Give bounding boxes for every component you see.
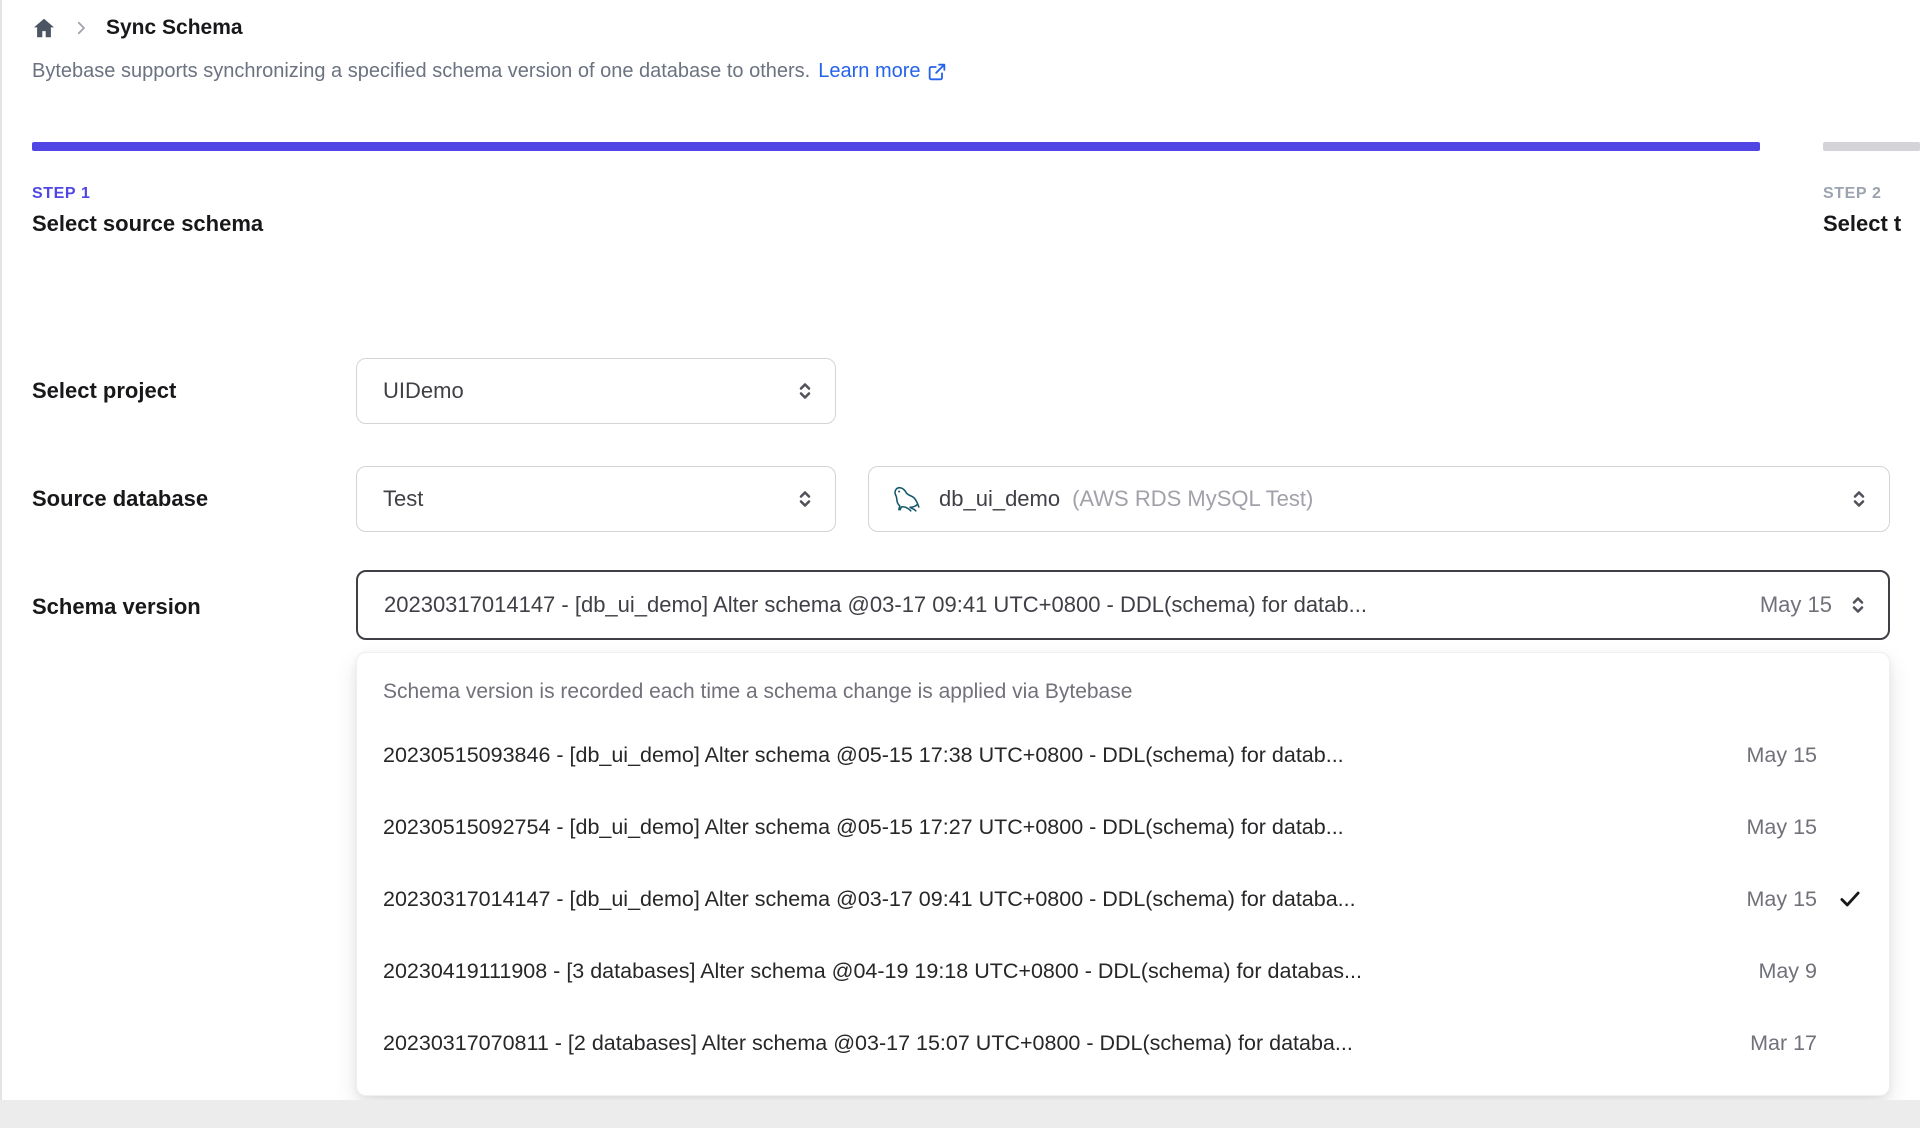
home-icon[interactable] bbox=[32, 16, 56, 40]
step1-label: STEP 1 bbox=[32, 185, 91, 202]
schema-version-option-selected[interactable]: 20230317014147 - [db_ui_demo] Alter sche… bbox=[357, 863, 1889, 935]
step2-label: STEP 2 bbox=[1823, 185, 1882, 202]
chevron-up-down-icon bbox=[1847, 487, 1871, 511]
database-select-note: (AWS RDS MySQL Test) bbox=[1072, 486, 1314, 511]
page-title: Sync Schema bbox=[106, 16, 243, 39]
option-date: Mar 17 bbox=[1750, 1030, 1817, 1055]
mysql-icon bbox=[889, 481, 925, 517]
option-text: 20230317014147 - [db_ui_demo] Alter sche… bbox=[383, 886, 1356, 911]
page-bottom-background bbox=[0, 1100, 1920, 1128]
schema-version-option[interactable]: 20230419111908 - [3 databases] Alter sch… bbox=[357, 935, 1889, 1007]
step2-block: STEP 2 Select t bbox=[1823, 185, 1920, 237]
select-project-label: Select project bbox=[32, 378, 177, 403]
check-icon bbox=[1817, 886, 1863, 912]
environment-select-value: Test bbox=[383, 486, 424, 511]
step1-title: Select source schema bbox=[32, 211, 264, 236]
environment-select[interactable]: Test bbox=[356, 466, 836, 532]
chevron-up-down-icon bbox=[793, 487, 817, 511]
source-database-label: Source database bbox=[32, 486, 209, 511]
database-select-value: db_ui_demo bbox=[939, 486, 1061, 511]
option-date: May 15 bbox=[1746, 742, 1817, 767]
option-date: May 15 bbox=[1746, 814, 1817, 839]
learn-more-label: Learn more bbox=[818, 60, 921, 82]
intro-text: Bytebase supports synchronizing a specif… bbox=[32, 60, 811, 82]
step1-block: STEP 1 Select source schema bbox=[32, 185, 263, 237]
schema-version-option[interactable]: 20230317070811 - [2 databases] Alter sch… bbox=[357, 1007, 1889, 1079]
database-select[interactable]: db_ui_demo (AWS RDS MySQL Test) bbox=[868, 466, 1890, 532]
schema-version-dropdown-panel: Schema version is recorded each time a s… bbox=[356, 652, 1890, 1096]
schema-version-select-date: May 15 bbox=[1759, 592, 1832, 617]
breadcrumb: Sync Schema bbox=[32, 16, 243, 40]
project-select-value: UIDemo bbox=[383, 378, 464, 403]
option-date: May 9 bbox=[1758, 958, 1817, 983]
option-text: 20230515093846 - [db_ui_demo] Alter sche… bbox=[383, 742, 1344, 767]
dropdown-hint: Schema version is recorded each time a s… bbox=[383, 680, 1133, 703]
schema-version-select[interactable]: 20230317014147 - [db_ui_demo] Alter sche… bbox=[356, 570, 1890, 640]
option-text: 20230419111908 - [3 databases] Alter sch… bbox=[383, 958, 1362, 983]
option-date: May 15 bbox=[1746, 886, 1817, 911]
breadcrumb-chevron-icon bbox=[72, 19, 90, 37]
schema-version-option[interactable]: 20230515093846 - [db_ui_demo] Alter sche… bbox=[357, 719, 1889, 791]
schema-version-select-value: 20230317014147 - [db_ui_demo] Alter sche… bbox=[384, 592, 1367, 617]
sidebar-edge-divider bbox=[0, 0, 2, 1128]
step2-title: Select t bbox=[1823, 211, 1902, 236]
intro-line: Bytebase supports synchronizing a specif… bbox=[32, 60, 947, 83]
step1-progress-bar bbox=[32, 142, 1760, 151]
step2-progress-bar bbox=[1823, 142, 1920, 151]
chevron-up-down-icon bbox=[793, 379, 817, 403]
learn-more-link[interactable]: Learn more bbox=[818, 60, 946, 83]
schema-version-option[interactable]: 20230515092754 - [db_ui_demo] Alter sche… bbox=[357, 791, 1889, 863]
option-text: 20230317070811 - [2 databases] Alter sch… bbox=[383, 1030, 1353, 1055]
external-link-icon bbox=[927, 62, 947, 82]
option-text: 20230515092754 - [db_ui_demo] Alter sche… bbox=[383, 814, 1344, 839]
schema-version-label: Schema version bbox=[32, 594, 201, 619]
chevron-up-down-icon bbox=[1846, 593, 1870, 617]
project-select[interactable]: UIDemo bbox=[356, 358, 836, 424]
